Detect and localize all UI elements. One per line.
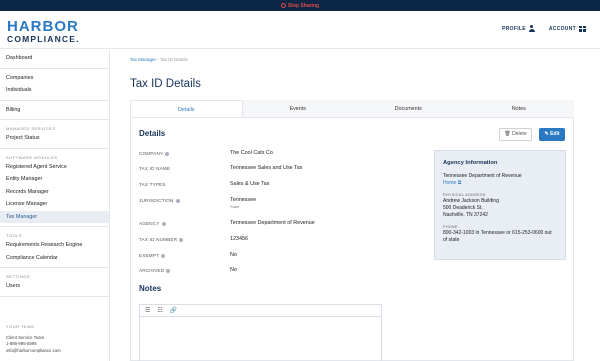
field-value-company: The Cool Cats Co: [230, 150, 273, 156]
help-icon[interactable]: [179, 237, 184, 242]
help-icon[interactable]: [161, 221, 166, 226]
field-value-tax-types: Sales & Use Tax: [230, 181, 270, 187]
sidebar-item-individuals[interactable]: Individuals: [0, 84, 109, 97]
section-managed-services: MANAGED SERVICES: [6, 126, 56, 131]
divider: [0, 147, 109, 149]
editor-toolbar: ☰ ☷ 🔗: [140, 305, 381, 317]
breadcrumb-separator: ›: [157, 57, 159, 62]
breadcrumb-current: Tax ID Details: [159, 57, 188, 62]
field-value-agency: Tennessee Department of Revenue: [230, 220, 315, 226]
delete-label: Delete: [512, 131, 527, 137]
grid-icon: [579, 25, 586, 32]
divider: [0, 295, 109, 297]
tab-documents[interactable]: Documents: [353, 100, 464, 117]
field-value-exempt: No: [230, 252, 237, 258]
tab-bar: Details Events Documents Notes: [130, 100, 574, 118]
sidebar-item-billing[interactable]: Billing: [0, 104, 109, 117]
agency-home-link[interactable]: Home ⧉: [443, 180, 557, 187]
edit-label: Edit: [550, 131, 560, 137]
page-title: Tax ID Details: [130, 78, 201, 90]
ordered-list-icon[interactable]: ☰: [145, 307, 150, 314]
sidebar-item-license-manager[interactable]: License Manager: [0, 198, 109, 211]
stop-sharing-button[interactable]: Stop Sharing: [280, 2, 320, 9]
divider: [0, 226, 109, 227]
field-label-tax-types: TAX TYPES: [139, 182, 166, 187]
harbor-logo[interactable]: HARBOR COMPLIANCE.: [7, 19, 80, 44]
breadcrumb: Tax Manager › Tax ID Details: [130, 57, 188, 62]
sidebar-item-requirements[interactable]: Requirements Research Engine: [0, 239, 109, 252]
sidebar-item-entity-manager[interactable]: Entity Manager: [0, 173, 109, 186]
profile-label: PROFILE: [502, 25, 526, 32]
address-line2: 500 Deaderick St.: [443, 205, 483, 211]
sidebar-item-companies[interactable]: Companies: [0, 72, 109, 85]
stop-icon: [280, 3, 286, 8]
agency-info-heading: Agency Information: [443, 160, 498, 166]
sidebar-item-records-manager[interactable]: Records Manager: [0, 186, 109, 199]
details-heading: Details: [139, 129, 166, 138]
main-content: Tax Manager › Tax ID Details Tax ID Deta…: [111, 50, 600, 361]
section-tools: TOOLS: [6, 233, 22, 238]
field-label-company: COMPANY: [139, 151, 170, 156]
help-icon[interactable]: [165, 151, 170, 156]
tab-events[interactable]: Events: [243, 100, 354, 117]
help-icon[interactable]: [166, 268, 171, 273]
agency-info-panel: Agency Information Tennessee Department …: [434, 150, 566, 260]
your-team-title: YOUR TEAM: [6, 324, 35, 329]
sidebar-item-tax-manager[interactable]: Tax Manager: [0, 210, 109, 223]
link-icon[interactable]: 🔗: [170, 307, 177, 314]
agency-phone: 800-342-1003 in Tennessee or 615-253-060…: [443, 230, 552, 243]
details-card: Details 🗑 Delete ✎ Edit COMPANY The Cool…: [130, 118, 574, 361]
edit-button[interactable]: ✎ Edit: [539, 128, 565, 141]
field-value-taxid-name: Tennessee Sales and Use Tax: [230, 165, 303, 171]
help-icon[interactable]: [175, 198, 180, 203]
sidebar-item-dashboard[interactable]: Dashboard: [0, 52, 109, 65]
sidebar-item-compliance-calendar[interactable]: Compliance Calendar: [0, 252, 109, 265]
delete-button[interactable]: 🗑 Delete: [499, 128, 532, 141]
account-label: ACCOUNT: [548, 25, 576, 32]
sidebar-item-users[interactable]: Users: [0, 280, 109, 293]
field-label-taxid-number: TAX ID NUMBER: [139, 237, 184, 242]
app-header: HARBOR COMPLIANCE. PROFILE ACCOUNT: [0, 11, 600, 49]
divider: [0, 119, 109, 120]
logo-line2: COMPLIANCE.: [7, 34, 80, 44]
divider: [0, 99, 109, 101]
divider: [0, 67, 109, 69]
address-line1: Andrew Jackson Building: [443, 198, 499, 204]
section-settings: SETTINGS: [6, 274, 31, 279]
field-value-jurisdiction: Tennessee State: [230, 197, 257, 209]
agency-name: Tennessee Department of Revenue: [443, 173, 522, 179]
field-label-exempt: EXEMPT: [139, 253, 166, 258]
profile-menu[interactable]: PROFILE: [502, 25, 535, 32]
team-email[interactable]: info@harborcompliance.com: [6, 348, 61, 355]
trash-icon: 🗑: [504, 131, 511, 137]
account-menu[interactable]: ACCOUNT: [548, 25, 586, 32]
external-link-icon: ⧉: [457, 180, 462, 186]
jurisdiction-level: State: [230, 204, 240, 209]
pencil-icon: ✎: [544, 131, 549, 137]
help-icon[interactable]: [161, 253, 166, 258]
breadcrumb-tax-manager[interactable]: Tax Manager: [130, 57, 156, 62]
tab-notes[interactable]: Notes: [464, 100, 575, 117]
divider: [0, 267, 109, 268]
user-icon: [528, 25, 535, 32]
sidebar-item-project-status[interactable]: Project Status: [0, 132, 109, 145]
field-label-agency: AGENCY: [139, 221, 166, 226]
stop-sharing-label: Stop Sharing: [287, 2, 320, 9]
notes-heading: Notes: [139, 284, 162, 293]
field-label-taxid-name: TAX ID NAME: [139, 166, 171, 171]
field-label-jurisdiction: JURISDICTION: [139, 198, 180, 203]
address-line3: Nashville, TN 37242: [443, 212, 488, 218]
sidebar-item-registered-agent[interactable]: Registered Agent Service: [0, 161, 109, 174]
field-value-archived: No: [230, 267, 237, 273]
tab-details[interactable]: Details: [130, 100, 243, 117]
logo-line1: HARBOR: [7, 18, 79, 35]
field-label-archived: ARCHIVED: [139, 268, 171, 273]
section-software-modules: SOFTWARE MODULES: [6, 154, 58, 160]
sidebar: Dashboard Companies Individuals Billing …: [0, 50, 110, 361]
field-value-taxid-number: 123456: [230, 236, 248, 242]
notes-editor[interactable]: ☰ ☷ 🔗: [139, 304, 382, 361]
bullet-list-icon[interactable]: ☷: [157, 307, 162, 314]
screenshare-bar: Stop Sharing: [0, 0, 600, 11]
your-team-panel: YOUR TEAM Client Service Team 1-888-995-…: [6, 324, 61, 354]
